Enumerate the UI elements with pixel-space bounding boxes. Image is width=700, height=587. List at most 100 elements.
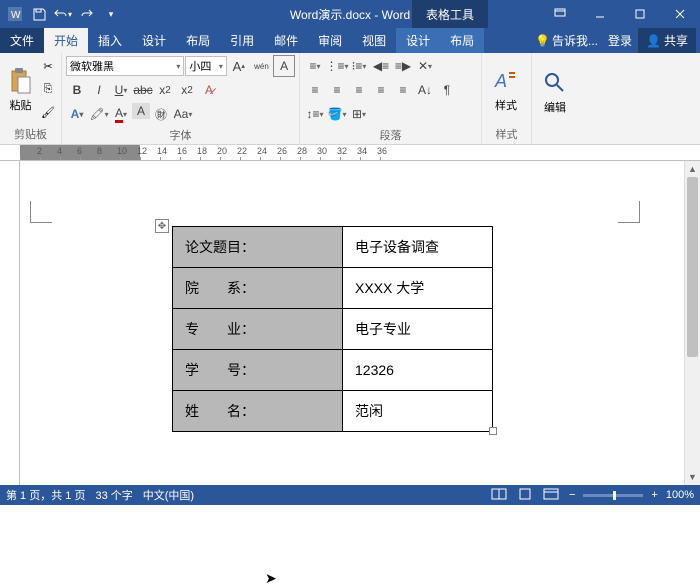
align-center-icon[interactable]: ≡ xyxy=(326,79,348,101)
table-cell-label[interactable]: 姓 名： xyxy=(173,391,343,432)
horizontal-ruler[interactable]: 24681012141618202224262830323436 xyxy=(0,145,700,161)
bullets-icon[interactable]: ≡▾ xyxy=(304,55,326,77)
format-painter-icon[interactable]: 🖌 xyxy=(39,104,57,122)
word-app-icon: W xyxy=(4,3,26,25)
italic-icon[interactable]: I xyxy=(88,79,110,101)
ribbon: 粘贴 ✂ ⎘ 🖌 剪贴板 微软雅黑▾ 小四▾ A▴ wén A B I U▾ a xyxy=(0,53,700,145)
vertical-scrollbar[interactable]: ▲ ▼ xyxy=(684,161,700,485)
table-cell-value[interactable]: XXXX 大学 xyxy=(343,268,493,309)
tell-me[interactable]: 💡告诉我... xyxy=(531,32,602,49)
table-move-handle-icon[interactable]: ✥ xyxy=(155,219,169,233)
align-left-icon[interactable]: ≡ xyxy=(304,79,326,101)
save-icon[interactable] xyxy=(28,3,50,25)
char-border-icon[interactable]: A xyxy=(273,55,295,77)
svg-text:W: W xyxy=(11,10,21,21)
tab-review[interactable]: 审阅 xyxy=(308,28,352,53)
grow-font-icon[interactable]: A▴ xyxy=(228,55,250,77)
page-status[interactable]: 第 1 页，共 1 页 xyxy=(6,487,85,503)
language-status[interactable]: 中文(中国) xyxy=(143,487,194,503)
clipboard-label: 剪贴板 xyxy=(4,124,57,144)
char-shading-icon[interactable]: A xyxy=(132,103,150,119)
multilevel-icon[interactable]: ⁝≡▾ xyxy=(348,55,370,77)
table-cell-value[interactable]: 电子专业 xyxy=(343,309,493,350)
editing-button[interactable]: 编辑 xyxy=(536,55,574,128)
table-row[interactable]: 姓 名：范闲 xyxy=(173,391,493,432)
document-page[interactable]: ✥ 论文题目：电子设备调查院 系：XXXX 大学专 业：电子专业学 号：1232… xyxy=(20,161,700,485)
decrease-indent-icon[interactable]: ◀≡ xyxy=(370,55,392,77)
redo-icon[interactable] xyxy=(76,3,98,25)
tab-references[interactable]: 引用 xyxy=(220,28,264,53)
line-spacing-icon[interactable]: ↕≡▾ xyxy=(304,103,326,125)
tab-table-design[interactable]: 设计 xyxy=(396,28,440,53)
table-row[interactable]: 院 系：XXXX 大学 xyxy=(173,268,493,309)
tab-layout[interactable]: 布局 xyxy=(176,28,220,53)
table-cell-value[interactable]: 12326 xyxy=(343,350,493,391)
vertical-ruler[interactable] xyxy=(0,161,20,485)
change-case-icon[interactable]: Aa▾ xyxy=(172,103,194,125)
zoom-in-icon[interactable]: + xyxy=(651,489,657,501)
distribute-icon[interactable]: ≡ xyxy=(392,79,414,101)
asian-layout-icon[interactable]: ✕▾ xyxy=(414,55,436,77)
tab-mailings[interactable]: 邮件 xyxy=(264,28,308,53)
increase-indent-icon[interactable]: ≡▶ xyxy=(392,55,414,77)
table-row[interactable]: 学 号：12326 xyxy=(173,350,493,391)
scroll-down-icon[interactable]: ▼ xyxy=(685,469,700,485)
table-cell-label[interactable]: 学 号： xyxy=(173,350,343,391)
table-cell-label[interactable]: 院 系： xyxy=(173,268,343,309)
zoom-level[interactable]: 100% xyxy=(666,489,694,501)
table-cell-value[interactable]: 范闲 xyxy=(343,391,493,432)
align-right-icon[interactable]: ≡ xyxy=(348,79,370,101)
superscript-icon[interactable]: x2 xyxy=(176,79,198,101)
signin-link[interactable]: 登录 xyxy=(608,32,632,49)
strikethrough-icon[interactable]: abc xyxy=(132,79,154,101)
tab-file[interactable]: 文件 xyxy=(0,28,44,53)
text-effects-icon[interactable]: A▾ xyxy=(66,103,88,125)
shading-icon[interactable]: 🪣▾ xyxy=(326,103,348,125)
tab-table-layout[interactable]: 布局 xyxy=(440,28,484,53)
maximize-icon[interactable] xyxy=(620,0,660,28)
share-button[interactable]: 👤共享 xyxy=(638,28,696,53)
scroll-thumb[interactable] xyxy=(687,177,698,357)
table-resize-handle-icon[interactable] xyxy=(489,427,497,435)
borders-icon[interactable]: ⊞▾ xyxy=(348,103,370,125)
table-cell-value[interactable]: 电子设备调查 xyxy=(343,227,493,268)
document-table[interactable]: 论文题目：电子设备调查院 系：XXXX 大学专 业：电子专业学 号：12326姓… xyxy=(172,226,493,432)
highlight-icon[interactable]: 🖍▾ xyxy=(88,103,110,125)
qat-customize-icon[interactable]: ▾ xyxy=(100,3,122,25)
styles-button[interactable]: A 样式 xyxy=(486,55,526,124)
phonetic-guide-icon[interactable]: wén xyxy=(251,55,273,77)
table-row[interactable]: 论文题目：电子设备调查 xyxy=(173,227,493,268)
minimize-icon[interactable] xyxy=(580,0,620,28)
paste-button[interactable]: 粘贴 xyxy=(4,55,37,124)
tab-design[interactable]: 设计 xyxy=(132,28,176,53)
tab-home[interactable]: 开始 xyxy=(44,28,88,53)
title-bar: W ▾ ▾ Word演示.docx - Word 表格工具 xyxy=(0,0,700,28)
font-name-combo[interactable]: 微软雅黑▾ xyxy=(66,56,184,76)
font-color-icon[interactable]: A▾ xyxy=(110,103,132,125)
undo-icon[interactable]: ▾ xyxy=(52,3,74,25)
show-marks-icon[interactable]: ¶ xyxy=(436,79,458,101)
cut-icon[interactable]: ✂ xyxy=(39,58,57,76)
table-cell-label[interactable]: 论文题目： xyxy=(173,227,343,268)
scroll-up-icon[interactable]: ▲ xyxy=(685,161,700,177)
bold-icon[interactable]: B xyxy=(66,79,88,101)
table-row[interactable]: 专 业：电子专业 xyxy=(173,309,493,350)
sort-icon[interactable]: A↓ xyxy=(414,79,436,101)
ribbon-options-icon[interactable] xyxy=(540,0,580,28)
subscript-icon[interactable]: x2 xyxy=(154,79,176,101)
copy-icon[interactable]: ⎘ xyxy=(39,81,57,99)
font-size-combo[interactable]: 小四▾ xyxy=(185,56,227,76)
zoom-slider[interactable] xyxy=(583,494,643,497)
underline-icon[interactable]: U▾ xyxy=(110,79,132,101)
tab-insert[interactable]: 插入 xyxy=(88,28,132,53)
document-area: 24681012141618202224262830323436 ✥ 论文题目：… xyxy=(0,145,700,485)
clear-format-icon[interactable]: A̷ xyxy=(198,79,220,101)
close-icon[interactable] xyxy=(660,0,700,28)
numbering-icon[interactable]: ⋮≡▾ xyxy=(326,55,348,77)
tab-view[interactable]: 视图 xyxy=(352,28,396,53)
word-count[interactable]: 33 个字 xyxy=(95,487,132,503)
zoom-out-icon[interactable]: − xyxy=(569,489,575,501)
enclose-char-icon[interactable]: ㊖ xyxy=(150,103,172,125)
justify-icon[interactable]: ≡ xyxy=(370,79,392,101)
table-cell-label[interactable]: 专 业： xyxy=(173,309,343,350)
